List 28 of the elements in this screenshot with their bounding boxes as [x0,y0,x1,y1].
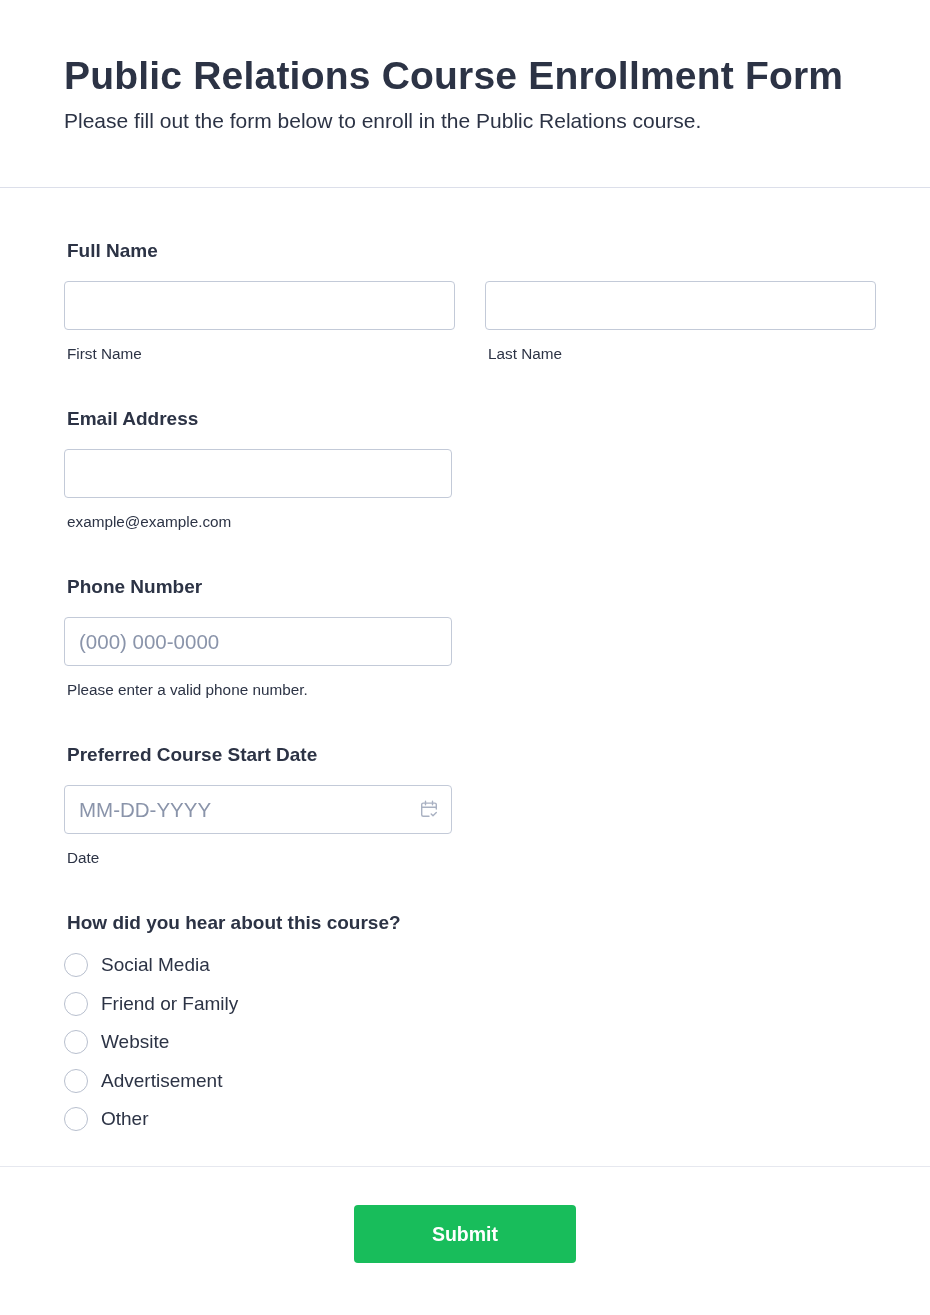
option-label[interactable]: Advertisement [101,1068,223,1093]
field-label: Phone Number [67,575,203,599]
field-label: Full Name [67,239,158,263]
field-label: Email Address [67,407,199,431]
form-title: Public Relations Course Enrollment Form [64,53,844,99]
option-label[interactable]: Social Media [101,953,210,977]
date-field[interactable]: MM-DD-YYYY [64,785,452,834]
input-field[interactable]: (000) 000-0000 [64,617,452,666]
input-field[interactable] [64,449,452,498]
field-label: Preferred Course Start Date [67,743,318,767]
field-sublabel: Please enter a valid phone number. [67,681,308,699]
input-field[interactable] [64,281,455,330]
radio-button[interactable] [64,991,88,1016]
input-field[interactable] [485,281,876,330]
option-label[interactable]: Website [101,1030,170,1054]
option-label[interactable]: Friend or Family [101,991,239,1016]
field-sublabel: Last Name [488,345,562,363]
radio-button[interactable] [64,1030,88,1054]
radio-button[interactable] [64,1068,88,1093]
field-sublabel: example@example.com [67,513,232,531]
option-label[interactable]: Other [101,1107,149,1131]
field-sublabel: First Name [67,345,142,363]
radio-button[interactable] [64,1107,88,1131]
radio-button[interactable] [64,953,88,977]
calendar-icon[interactable] [420,800,438,818]
field-label: How did you hear about this course? [67,911,401,935]
form-subtitle: Please fill out the form below to enroll in the Public Relations course. [64,108,702,134]
field-sublabel: Date [67,849,100,867]
